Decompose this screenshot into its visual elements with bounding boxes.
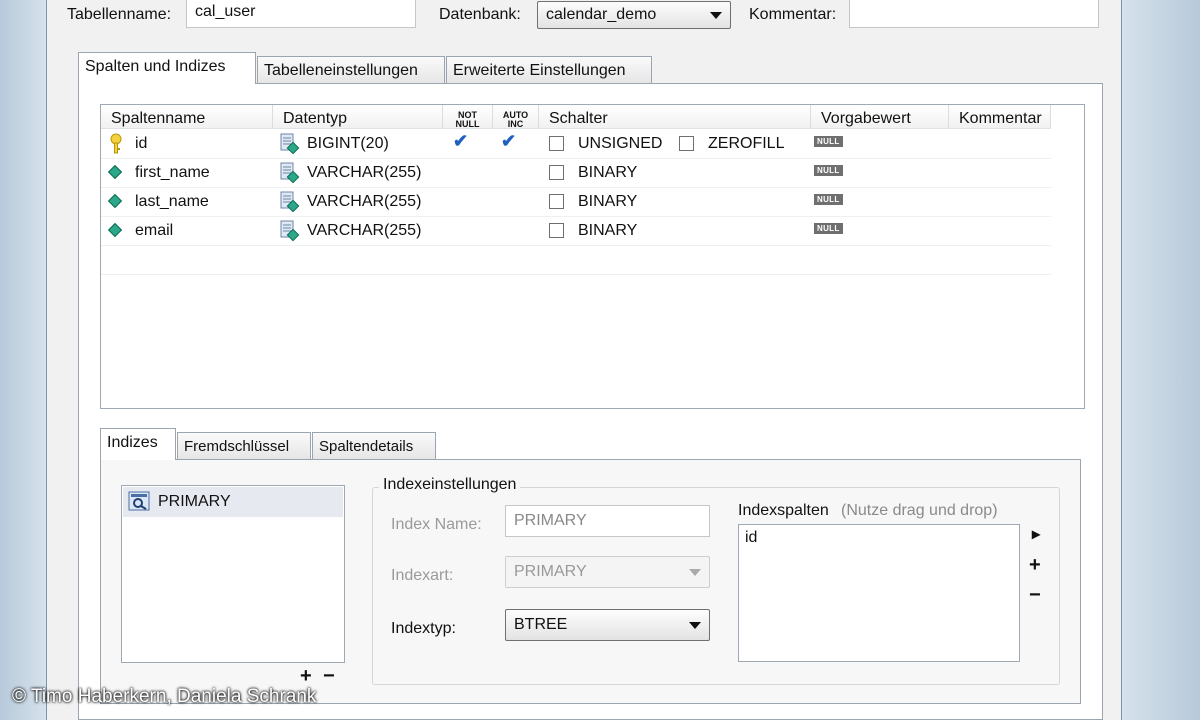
index-type-label: Indextyp: [391, 620, 456, 637]
index-columns-list[interactable]: id [738, 524, 1020, 662]
default-null-badge[interactable]: NULL [814, 165, 843, 176]
table-row[interactable]: first_name VARCHAR(255) BINARY NULL [101, 158, 1051, 188]
tab-indexes[interactable]: Indizes [100, 428, 176, 460]
column-header-name[interactable]: Spaltenname [101, 105, 273, 129]
index-icon [128, 491, 150, 511]
datatype-icon [280, 191, 300, 212]
empty-row[interactable] [101, 245, 1051, 275]
flag-label: UNSIGNED [578, 135, 663, 152]
remove-index-column-button[interactable]: − [1029, 584, 1041, 607]
not-null-check-icon[interactable]: ✔ [453, 131, 468, 152]
flag-checkbox[interactable] [549, 136, 564, 151]
comment-label: Kommentar: [749, 6, 837, 23]
flag-label: BINARY [578, 193, 638, 210]
table-row[interactable]: last_name VARCHAR(255) BINARY NULL [101, 187, 1051, 217]
database-dropdown-value: calendar_demo [546, 6, 657, 23]
table-comment-input[interactable] [849, 0, 1099, 28]
column-name[interactable]: email [135, 222, 173, 240]
index-settings-title: Indexeinstellungen [379, 476, 521, 494]
table-name-label: Tabellenname: [67, 6, 172, 23]
column-datatype[interactable]: VARCHAR(255) [307, 222, 421, 240]
column-diamond-icon [107, 164, 123, 180]
add-index-column-button[interactable]: + [1029, 554, 1041, 577]
flag-label: BINARY [578, 164, 638, 181]
index-type-dropdown[interactable]: BTREE [505, 609, 710, 641]
table-editor: Tabellenname: cal_user Datenbank: calend… [47, 0, 1121, 720]
columns-grid: Spaltenname Datentyp NOT NULL AUTO INC S… [100, 104, 1085, 409]
default-null-badge[interactable]: NULL [814, 136, 843, 147]
index-column-item[interactable]: id [745, 529, 757, 547]
default-null-badge[interactable]: NULL [814, 194, 843, 205]
column-datatype[interactable]: VARCHAR(255) [307, 193, 421, 211]
auto-inc-label: AUTO INC [502, 110, 529, 129]
key-icon [110, 133, 122, 154]
datatype-icon [280, 133, 300, 154]
columns-and-indexes-panel: Spaltenname Datentyp NOT NULL AUTO INC S… [78, 83, 1103, 720]
database-dropdown[interactable]: calendar_demo [537, 1, 731, 29]
tab-advanced-settings[interactable]: Erweiterte Einstellungen [446, 56, 652, 83]
column-name[interactable]: id [135, 135, 147, 153]
tab-column-details[interactable]: Spaltendetails [312, 432, 436, 459]
index-columns-hint: (Nutze drag und drop) [841, 502, 998, 519]
chevron-down-icon [689, 569, 701, 576]
chevron-down-icon [689, 622, 701, 629]
flag-checkbox[interactable] [549, 194, 564, 209]
index-name-input[interactable]: PRIMARY [505, 505, 710, 537]
index-kind-label: Indexart: [391, 567, 454, 584]
chevron-down-icon [710, 12, 722, 19]
indexes-panel: PRIMARY + − Indexeinstellungen Index Nam… [100, 459, 1081, 704]
auto-inc-check-icon[interactable]: ✔ [501, 131, 516, 152]
window-frame-left [0, 0, 47, 720]
column-header-default[interactable]: Vorgabewert [811, 105, 949, 129]
not-null-label: NOT NULL [455, 110, 480, 129]
add-index-button[interactable]: + [300, 665, 312, 688]
default-null-badge[interactable]: NULL [814, 223, 843, 234]
flag-checkbox[interactable] [549, 223, 564, 238]
index-kind-dropdown[interactable]: PRIMARY [505, 556, 710, 588]
remove-index-button[interactable]: − [323, 665, 335, 688]
flag-checkbox[interactable] [549, 165, 564, 180]
column-header-type[interactable]: Datentyp [273, 105, 443, 129]
column-header-flags[interactable]: Schalter [539, 105, 811, 129]
column-datatype[interactable]: VARCHAR(255) [307, 164, 421, 182]
column-diamond-icon [107, 193, 123, 209]
column-diamond-icon [107, 222, 123, 238]
flag-label-2: ZEROFILL [708, 135, 785, 152]
tab-foreign-keys[interactable]: Fremdschlüssel [177, 432, 311, 459]
table-name-input[interactable]: cal_user [186, 0, 416, 28]
database-label: Datenbank: [439, 6, 521, 23]
column-header-auto-inc[interactable]: AUTO INC [493, 105, 539, 129]
table-row[interactable]: id BIGINT(20) ✔ ✔ UNSIGNED ZEROFILL NULL [101, 129, 1051, 159]
index-type-value: BTREE [514, 616, 568, 633]
move-column-arrow-icon[interactable]: ▸ [1032, 524, 1040, 544]
flag-checkbox[interactable] [679, 136, 694, 151]
index-list: PRIMARY [121, 485, 345, 663]
column-header-not-null[interactable]: NOT NULL [443, 105, 493, 129]
copyright-watermark: © Timo Haberkern, Daniela Schrank [12, 686, 317, 707]
window-frame-right [1121, 0, 1200, 720]
index-name-label: Index Name: [391, 516, 482, 533]
column-datatype[interactable]: BIGINT(20) [307, 135, 389, 153]
index-columns-title: Indexspalten [738, 502, 829, 519]
column-name[interactable]: first_name [135, 164, 210, 182]
index-list-item-label: PRIMARY [158, 493, 231, 510]
index-list-item[interactable]: PRIMARY [123, 487, 343, 517]
flag-label: BINARY [578, 222, 638, 239]
tab-columns-indexes[interactable]: Spalten und Indizes [78, 52, 256, 84]
index-kind-value: PRIMARY [514, 563, 587, 580]
tab-table-settings[interactable]: Tabelleneinstellungen [257, 56, 445, 83]
table-row[interactable]: email VARCHAR(255) BINARY NULL [101, 216, 1051, 246]
column-header-comment[interactable]: Kommentar [949, 105, 1051, 129]
datatype-icon [280, 162, 300, 183]
column-name[interactable]: last_name [135, 193, 209, 211]
datatype-icon [280, 220, 300, 241]
